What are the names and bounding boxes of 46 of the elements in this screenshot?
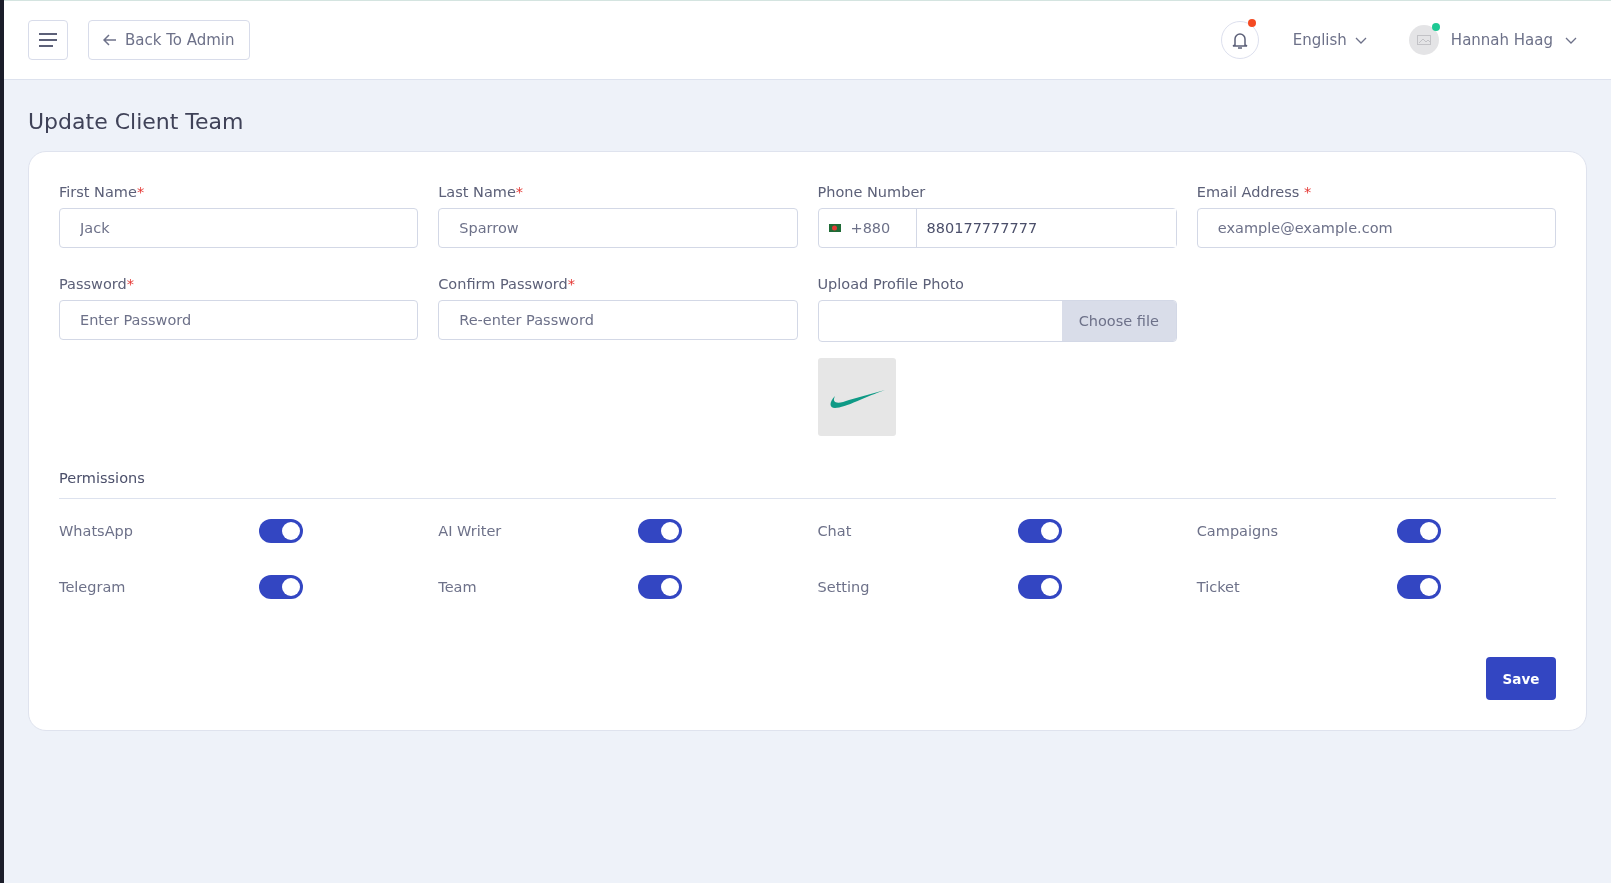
toggle-switch[interactable]: [1017, 519, 1062, 543]
permission-label: Campaigns: [1196, 523, 1279, 539]
permission-label: AI Writer: [438, 523, 503, 539]
language-dropdown[interactable]: English: [1286, 30, 1373, 50]
field-label: Email Address *: [1196, 184, 1313, 200]
user-menu[interactable]: Hannah Haag: [1402, 24, 1583, 56]
permission-label: Setting: [817, 579, 871, 595]
toggle-switch[interactable]: [638, 519, 683, 543]
text-field[interactable]: Sparrow: [438, 208, 798, 248]
country-code: +880: [850, 220, 891, 236]
arrow-left-icon: [103, 34, 117, 46]
text-field[interactable]: Re-enter Password: [438, 300, 798, 340]
phone-field[interactable]: +880 880177777777: [817, 208, 1177, 248]
text-field[interactable]: Enter Password: [59, 300, 419, 340]
toggle-switch[interactable]: [1396, 519, 1441, 543]
choose-file-button[interactable]: Choose file: [1061, 301, 1176, 341]
toggle-switch[interactable]: [259, 519, 303, 543]
toggle-switch[interactable]: [1396, 575, 1441, 599]
field-label: Confirm Password*: [438, 276, 576, 292]
chevron-down-icon: [1354, 36, 1367, 44]
toggle-switch[interactable]: [259, 575, 303, 599]
permission-label: Telegram: [59, 579, 127, 595]
toggle-switch[interactable]: [1017, 575, 1062, 599]
back-button[interactable]: Back To Admin: [88, 20, 250, 60]
save-button[interactable]: Save: [1486, 657, 1556, 700]
flag-icon: [828, 224, 841, 232]
section-title: Permissions: [59, 470, 1556, 499]
text-field[interactable]: Jack: [59, 208, 419, 248]
chevron-down-icon: [1565, 36, 1577, 44]
file-field[interactable]: Choose file: [817, 300, 1177, 342]
menu-icon: [38, 33, 58, 47]
permission-label: Ticket: [1196, 579, 1241, 595]
toggle-switch[interactable]: [638, 575, 683, 599]
field-label: Password*: [59, 276, 135, 292]
field-label: Phone Number: [817, 184, 927, 200]
field-label: Last Name*: [438, 184, 525, 200]
permission-label: Chat: [817, 523, 853, 539]
avatar-icon: [1408, 25, 1439, 55]
text-field[interactable]: example@example.com: [1196, 208, 1556, 248]
menu-button[interactable]: [28, 20, 68, 60]
field-label: First Name*: [59, 184, 146, 200]
permission-label: WhatsApp: [59, 523, 134, 539]
permission-label: Team: [438, 579, 478, 595]
field-label: Upload Profile Photo: [817, 276, 965, 292]
bell-icon: [1231, 30, 1248, 50]
page-title: Update Client Team: [28, 109, 245, 134]
